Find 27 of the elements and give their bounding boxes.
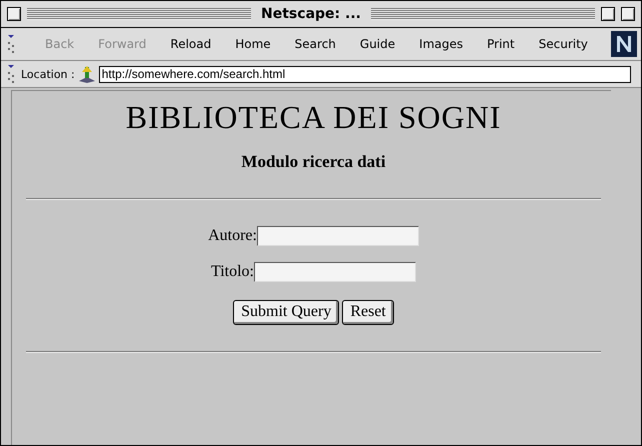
toolbar-button[interactable]: Guide: [360, 37, 396, 51]
page-subheading: Modulo ricerca dati: [241, 152, 386, 172]
grip-icon[interactable]: [5, 62, 17, 86]
input-field[interactable]: [256, 226, 419, 246]
page-proxy-icon[interactable]: [76, 64, 97, 84]
toolbar-button[interactable]: Images: [419, 37, 463, 51]
toolbar-button[interactable]: Search: [294, 37, 336, 51]
window-title: Netscape: ...: [260, 6, 362, 22]
grip-icon[interactable]: [5, 32, 17, 56]
title-bar-stripes[interactable]: [370, 8, 595, 20]
form-button[interactable]: Submit Query: [233, 300, 340, 325]
toolbar-button[interactable]: Reload: [170, 37, 212, 51]
title-bar-stripes[interactable]: [27, 8, 252, 20]
toolbar-button[interactable]: Security: [538, 37, 588, 51]
close-box[interactable]: [7, 7, 21, 21]
page-heading: BIBLIOTECA DEI SOGNI: [126, 99, 502, 136]
toolbar-button[interactable]: Print: [487, 37, 515, 51]
logo-icon[interactable]: [611, 31, 637, 57]
field-label: Titolo:: [211, 263, 254, 281]
input-field[interactable]: [254, 262, 416, 282]
zoom-box[interactable]: [601, 7, 615, 21]
field-label: Autore:: [208, 227, 257, 245]
form-button[interactable]: Reset: [342, 300, 394, 325]
location-field[interactable]: http://somewhere.com/search.html: [98, 66, 631, 82]
toolbar-button[interactable]: Home: [235, 37, 271, 51]
location-label: Location :: [21, 68, 75, 80]
collapse-box[interactable]: [621, 7, 635, 21]
